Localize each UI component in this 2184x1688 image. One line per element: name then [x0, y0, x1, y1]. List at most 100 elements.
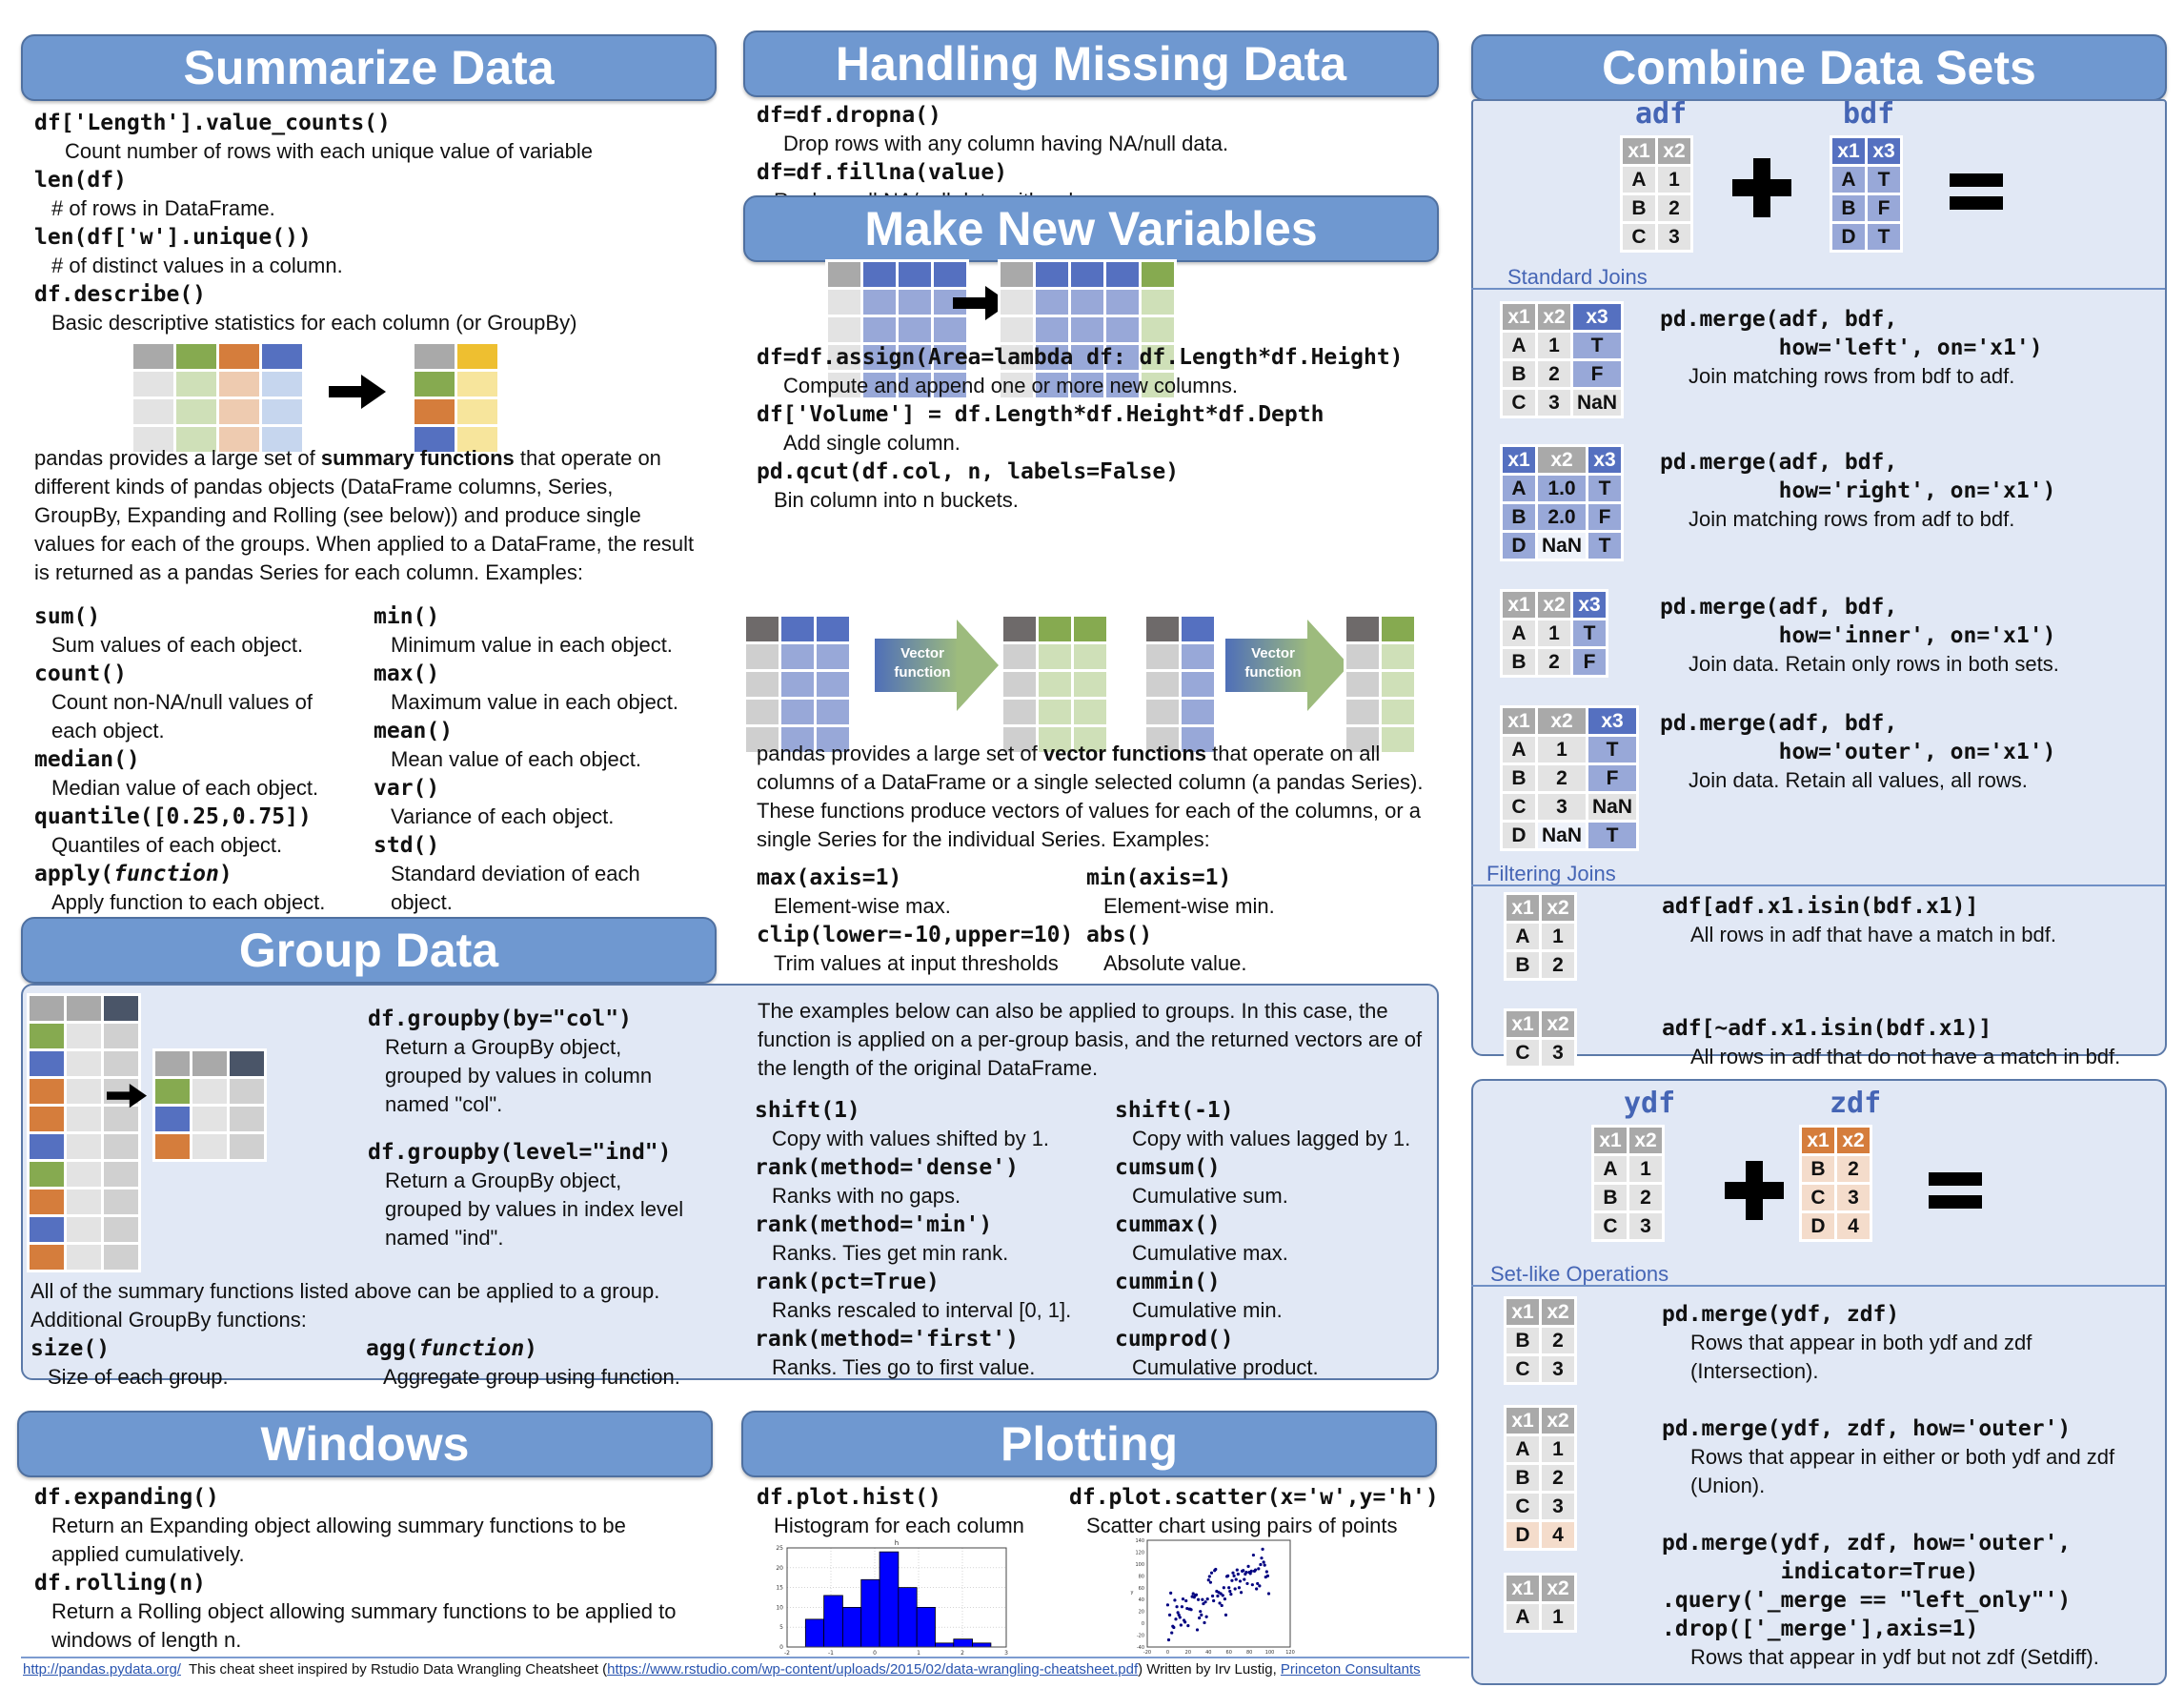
vector-functions-paragraph: pandas provides a large set of vector fu… [757, 740, 1424, 854]
desc-dropna: Drop rows with any column having NA/null… [783, 132, 1229, 155]
fn-rank-dense-desc: Ranks with no gaps. [772, 1184, 961, 1208]
setop-code: .drop(['_merge'],axis=1) [1662, 1617, 1979, 1641]
section-header-newvars: Make New Variables [743, 195, 1439, 262]
scatter-point [1165, 1603, 1170, 1607]
data-table: x1 x2 B 2 C 3 [1504, 1296, 1577, 1385]
y-tick-label: 0 [1142, 1621, 1144, 1627]
para-pre: pandas provides a large set of [34, 446, 321, 470]
x-tick-label: 2 [961, 1650, 964, 1657]
ydf-label: ydf [1624, 1087, 1676, 1120]
fn-shift-neg1-desc: Copy with values lagged by 1. [1132, 1127, 1411, 1150]
setop-code: pd.merge(ydf, zdf, how='outer') [1662, 1416, 2072, 1441]
scatter-point [1212, 1598, 1216, 1603]
setop-code: .query('_merge == "left_only"') [1662, 1588, 2072, 1613]
column-header: x2 [1538, 708, 1587, 734]
fn-count: count() [34, 661, 127, 686]
fn-cumsum: cumsum() [1115, 1155, 1221, 1180]
scatter-point [1169, 1591, 1173, 1595]
setop-description: pd.merge(ydf, zdf, how='outer') Rows that… [1662, 1414, 2114, 1500]
section-header-group: Group Data [21, 917, 717, 984]
table-cell: 1 [1538, 333, 1570, 358]
vector-functions-left: max(axis=1) Element-wise max. clip(lower… [757, 864, 1081, 978]
join-code: pd.merge(adf, bdf, [1660, 450, 1898, 475]
column-header: x3 [1588, 447, 1622, 473]
code-len-df: len(df) [34, 168, 127, 193]
code-value-counts: df['Length'].value_counts() [34, 111, 391, 135]
fn-var-desc: Variance of each object. [391, 804, 615, 828]
setop-result-table: x1 x2 B 2 C 3 [1504, 1296, 1577, 1385]
scatter-point [1231, 1571, 1235, 1575]
setop-description: pd.merge(ydf, zdf, how='outer', indicato… [1662, 1529, 2099, 1672]
desc-qcut: Bin column into n buckets. [774, 488, 1019, 512]
table-row: D NaN T [1503, 823, 1637, 848]
scatter-point [1246, 1564, 1250, 1568]
desc-agg: Aggregate group using function. [383, 1365, 680, 1389]
scatter-point [1229, 1593, 1233, 1596]
column-header: x1 [1802, 1128, 1834, 1153]
groupby-items: df.groupby(by="col") Return a GroupBy ob… [368, 1005, 692, 1252]
table-cell: A [1594, 1156, 1627, 1182]
table-cell: A [1503, 620, 1535, 646]
scatter-point [1258, 1584, 1262, 1588]
fn-cummin: cummin() [1115, 1270, 1221, 1294]
filter-desc: All rows in adf that have a match in bdf… [1690, 923, 2056, 946]
code-plot-scatter: df.plot.scatter(x='w',y='h') [1069, 1485, 1439, 1510]
fn-min-axis-desc: Element-wise min. [1103, 894, 1275, 918]
filtering-joins-label: Filtering Joins [1486, 862, 1616, 885]
table-row: B2 [1594, 1185, 1662, 1210]
join-code: how='left', on='x1') [1660, 336, 2043, 360]
fn-min-desc: Minimum value in each object. [391, 633, 673, 657]
table-cell: 2 [1837, 1156, 1870, 1182]
setop-desc: Rows that appear in either or both ydf a… [1690, 1445, 2115, 1469]
group-note-1: All of the summary functions listed abov… [30, 1279, 660, 1303]
column-header: x2 [1542, 895, 1574, 921]
footer-text-1: This cheat sheet inspired by Rstudio Dat… [180, 1661, 608, 1678]
y-tick-label: 120 [1135, 1550, 1144, 1556]
join-description: pd.merge(adf, bdf, how='inner', on='x1')… [1660, 593, 2059, 679]
setop-result-table: x1 x2 A 1 [1504, 1573, 1577, 1633]
table-cell: 2 [1658, 195, 1690, 221]
divider [1471, 288, 2165, 290]
scatter-point [1223, 1613, 1228, 1617]
table-cell: D [1832, 224, 1865, 250]
x-tick-label: -2 [784, 1650, 790, 1657]
x-tick-label: 80 [1246, 1650, 1252, 1656]
table-cell: T [1588, 737, 1637, 763]
section-header-missing: Handling Missing Data [743, 31, 1439, 97]
scatter-point [1234, 1577, 1238, 1581]
fn-sum-desc: Sum values of each object. [51, 633, 304, 657]
equals-icon [1950, 173, 2003, 210]
table-row: C3 [1507, 1494, 1574, 1519]
fn-min-axis: min(axis=1) [1086, 865, 1232, 890]
join-result-table: x1 x2 x3 A 1 T B 2 F C 3 NaN [1500, 301, 1625, 418]
fn-cummax: cummax() [1115, 1212, 1221, 1237]
table-cell: 2.0 [1538, 504, 1587, 530]
join-result-table: x1 x2 x3 A 1 T B 2 F [1500, 589, 1608, 678]
scatter-point [1266, 1592, 1271, 1596]
table-cell: 3 [1542, 1494, 1574, 1519]
fn-rank-first-desc: Ranks. Ties go to first value. [772, 1355, 1036, 1379]
table-cell: 3 [1538, 794, 1587, 820]
y-tick-label: 25 [776, 1545, 783, 1552]
table-cell: C [1802, 1185, 1834, 1210]
y-tick-label: 140 [1135, 1538, 1144, 1544]
code-rolling: df.rolling(n) [34, 1571, 207, 1596]
y-tick-label: 80 [1139, 1574, 1144, 1579]
desc-assign: Compute and append one or more new colum… [783, 374, 1238, 397]
fn-sum: sum() [34, 604, 101, 629]
function-label: function [1244, 664, 1302, 681]
scatter-point [1203, 1620, 1206, 1625]
table-cell: D [1503, 533, 1535, 559]
scatter-point [1251, 1553, 1256, 1557]
princeton-link[interactable]: Princeton Consultants [1281, 1661, 1421, 1678]
rstudio-link[interactable]: https://www.rstudio.com/wp-content/uploa… [607, 1661, 1138, 1678]
pandas-link[interactable]: http://pandas.pydata.org/ [23, 1661, 181, 1678]
setop-desc: Rows that appear in both ydf and zdf [1690, 1331, 2032, 1354]
table-cell: NaN [1538, 533, 1587, 559]
scatter-point [1166, 1637, 1171, 1642]
vector-function-arrow-icon: Vector function [875, 620, 999, 711]
column-header: x1 [1594, 1128, 1627, 1153]
scatter-point [1194, 1593, 1199, 1596]
scatter-point [1173, 1598, 1177, 1602]
section-header-plotting: Plotting [741, 1411, 1437, 1477]
